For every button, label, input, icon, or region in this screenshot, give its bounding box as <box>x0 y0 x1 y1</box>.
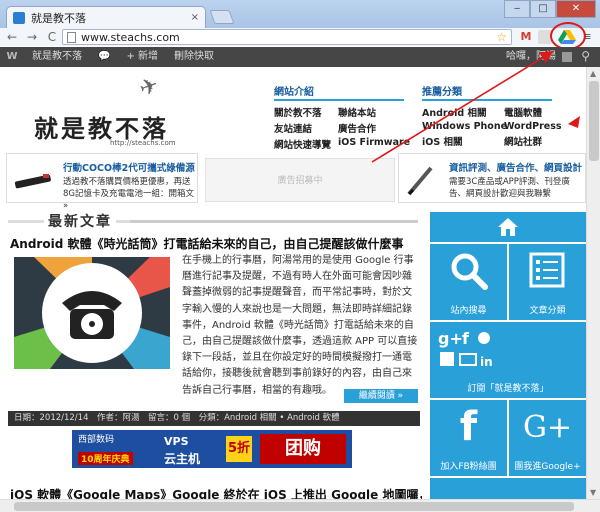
google-plus-tile[interactable]: G+ 團我進Google+ <box>509 400 586 476</box>
power-bank-icon <box>14 174 51 189</box>
pen-icon <box>407 166 433 196</box>
nav-group-site-intro: 網站介紹 關於教不落 聯絡本站 友站連結 廣告合作 網站快速導覽 iOS Fir… <box>274 83 410 151</box>
category-label: 文章分類 <box>529 306 566 316</box>
nav-link-ios-firmware[interactable]: iOS Firmware <box>338 137 410 151</box>
nav-link-ads[interactable]: 廣告合作 <box>338 121 404 135</box>
continue-reading-button[interactable]: 繼續閱讀 » <box>344 389 418 403</box>
post-thumbnail[interactable] <box>14 257 170 369</box>
adminbar-purge-cache[interactable]: 刪除快取 <box>166 47 222 67</box>
close-window-button[interactable]: ✕ <box>556 0 596 18</box>
nav-link-about[interactable]: 關於教不落 <box>274 105 338 119</box>
window-controls: ‒ □ ✕ <box>504 0 596 18</box>
svg-text:g+: g+ <box>438 329 463 348</box>
horizontal-scrollbar[interactable] <box>0 499 600 512</box>
banner-vps: VPS <box>164 435 189 448</box>
tab-title: 就是教不落 <box>31 11 86 25</box>
minimize-button[interactable]: ‒ <box>504 0 530 18</box>
promo-left-title[interactable]: 行動COCO棒2代可攜式綠備源 <box>63 160 195 174</box>
wordpress-logo-icon[interactable]: W <box>0 47 24 67</box>
svg-text:in: in <box>480 355 493 369</box>
promo-right-title[interactable]: 資訊評測、廣告合作、網頁設計 <box>449 160 582 174</box>
adminbar-greeting[interactable]: 哈囉，阿湯 <box>502 47 560 67</box>
subscribe-label: 訂閱「就是教不落」 <box>467 384 549 394</box>
banner-group-buy: 团购 <box>260 434 346 464</box>
adminbar-site-link[interactable]: 就是教不落 <box>24 47 90 67</box>
nav-link-wordpress[interactable]: WordPress <box>504 121 564 132</box>
post-meta: 日期：2012/12/14 作者：阿湯 留言：0 個 分類：Android 相關… <box>8 411 420 426</box>
wp-admin-bar: W 就是教不落 💬 + 新增 刪除快取 哈囉，阿湯 ⚲ <box>0 47 600 67</box>
nav-group-title: 推薦分類 <box>422 83 552 101</box>
avatar[interactable] <box>562 52 572 62</box>
vertical-scrollbar[interactable]: ▲ ▼ <box>586 67 600 499</box>
facebook-label: 加入FB粉絲團 <box>440 462 497 472</box>
home-icon <box>498 218 518 236</box>
facebook-icon: f <box>459 404 478 450</box>
comments-icon[interactable]: 💬 <box>90 47 118 67</box>
nav-link-software[interactable]: 電腦軟體 <box>504 105 564 119</box>
search-icon[interactable]: ⚲ <box>581 49 590 63</box>
maximize-button[interactable]: □ <box>530 0 556 18</box>
gmail-extension-icon[interactable]: M <box>518 30 534 44</box>
list-icon <box>529 252 565 288</box>
site-logo-url: http://steachs.com <box>110 139 176 147</box>
latest-posts-heading: 最新文章 <box>44 211 116 231</box>
adminbar-add-new[interactable]: + 新增 <box>118 47 166 67</box>
forward-button[interactable]: → <box>24 29 40 45</box>
promo-left[interactable]: 行動COCO棒2代可攜式綠備源 透過教不落購買價格更優惠，再送8G記憶卡及充電電… <box>6 153 198 211</box>
svg-text:f: f <box>462 329 470 348</box>
nav-link-site-guide[interactable]: 網站快速導覽 <box>274 137 338 151</box>
page-icon <box>67 31 76 43</box>
banner-anniversary: 10周年庆典 <box>78 452 133 465</box>
nav-link-social[interactable]: 網站社群 <box>504 134 564 148</box>
post-title[interactable]: Android 軟體《時光話筒》打電話給未來的自己，由自己提醒該做什麼事 <box>10 235 403 252</box>
new-tab-button[interactable] <box>209 10 235 24</box>
site-search-tile[interactable]: 站內搜尋 <box>430 244 507 320</box>
site-search-label: 站內搜尋 <box>450 306 487 316</box>
post-excerpt: 在手機上的行事曆，阿湯常用的是使用 Google 行事曆進行記事及提醒，不過有時… <box>182 255 418 396</box>
nav-link-android[interactable]: Android 相關 <box>422 105 504 119</box>
ad-slot[interactable]: 廣告招募中 <box>205 158 395 202</box>
google-plus-label: 團我進Google+ <box>514 462 581 472</box>
site-header: ✈ 就是教不落 http://steachs.com 網站介紹 關於教不落 聯絡… <box>0 67 586 151</box>
scroll-up-icon[interactable]: ▲ <box>590 69 596 78</box>
nav-group-title: 網站介紹 <box>274 83 404 101</box>
browser-tab[interactable]: 就是教不落 × <box>6 6 206 28</box>
banner-discount: 5折 <box>226 436 252 462</box>
banner-cloud: 云主机 <box>164 452 201 466</box>
google-plus-icon: G+ <box>522 410 573 445</box>
section-divider <box>130 220 418 223</box>
nav-link-friends[interactable]: 友站連結 <box>274 121 338 135</box>
social-icons-cluster: g+ f in <box>438 329 493 369</box>
scroll-down-icon[interactable]: ▼ <box>590 488 596 497</box>
bookmark-star-icon[interactable]: ☆ <box>496 30 507 44</box>
promo-left-text: 透過教不落購買價格更優惠，再送8G記憶卡及充電電池一組：開箱文 » <box>63 177 194 211</box>
banner-brand: 西部数码 <box>78 435 115 445</box>
promo-right[interactable]: 資訊評測、廣告合作、網頁設計 需要3C產品或APP評測、刊登廣告、網頁設計歡迎與… <box>398 153 586 203</box>
window-titlebar: 就是教不落 × ‒ □ ✕ <box>0 0 600 28</box>
category-tile[interactable]: 文章分類 <box>509 244 586 320</box>
nav-link-ios[interactable]: iOS 相關 <box>422 134 504 148</box>
browser-toolbar: ← → C www.steachs.com ☆ <box>0 28 600 46</box>
horizontal-scroll-thumb[interactable] <box>14 502 574 511</box>
back-button[interactable]: ← <box>4 29 20 45</box>
search-icon <box>451 253 488 290</box>
reload-button[interactable]: C <box>44 29 60 45</box>
paper-plane-icon: ✈ <box>136 72 163 103</box>
nav-group-categories: 推薦分類 Android 相關 電腦軟體 Windows Phone WordP… <box>422 83 564 148</box>
home-tile[interactable] <box>430 212 586 242</box>
facebook-tile[interactable]: f 加入FB粉絲團 <box>430 400 507 476</box>
address-url[interactable]: www.steachs.com <box>81 31 180 44</box>
nav-link-contact[interactable]: 聯絡本站 <box>338 105 404 119</box>
telephone-icon <box>14 257 170 369</box>
promo-right-text: 需要3C產品或APP評測、刊登廣告、網頁設計歡迎與我聯繫 <box>449 177 570 199</box>
subscribe-tile[interactable]: g+ f in 訂閱「就是教不落」 <box>430 322 586 398</box>
ad-banner[interactable]: 西部数码 10周年庆典 VPS 云主机 5折 团购 <box>72 430 352 468</box>
nav-link-windows-phone[interactable]: Windows Phone <box>422 121 507 132</box>
site-favicon-icon <box>13 11 25 24</box>
address-bar[interactable]: www.steachs.com ☆ <box>62 29 512 45</box>
annotation-circle <box>550 22 586 50</box>
sidebar-tile-partial[interactable] <box>430 478 586 499</box>
tab-close-icon[interactable]: × <box>191 12 199 23</box>
scroll-thumb[interactable] <box>589 81 599 161</box>
